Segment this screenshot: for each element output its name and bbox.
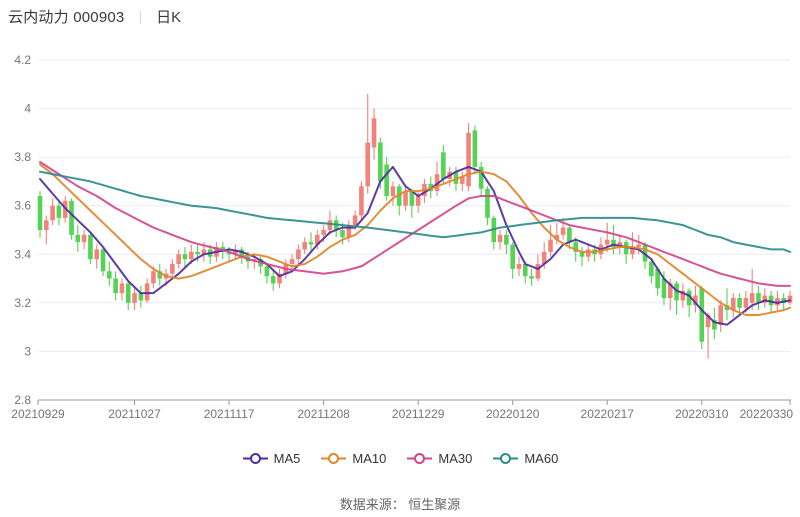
candle-down[interactable] (523, 264, 528, 276)
candle-down[interactable] (57, 206, 62, 218)
candle-down[interactable] (271, 276, 276, 283)
candle-up[interactable] (605, 240, 610, 245)
candle-down[interactable] (309, 242, 314, 244)
candle-down[interactable] (265, 266, 270, 276)
candle-up[interactable] (548, 240, 553, 252)
y-axis-tick-label: 3.2 (14, 296, 31, 310)
candle-down[interactable] (473, 130, 478, 166)
candle-up[interactable] (189, 252, 194, 259)
candle-up[interactable] (359, 186, 364, 215)
candle-up[interactable] (145, 283, 150, 300)
candle-up[interactable] (302, 242, 307, 249)
x-axis-tick-label: 20211208 (297, 407, 350, 421)
candle-up[interactable] (498, 235, 503, 242)
candle-down[interactable] (113, 279, 118, 294)
legend-item-ma5[interactable]: MA5 (242, 451, 301, 466)
ma5-legend-icon (242, 452, 269, 465)
candle-down[interactable] (340, 230, 345, 237)
y-axis-tick-label: 3.8 (14, 150, 31, 164)
candle-down[interactable] (384, 164, 389, 196)
candle-down[interactable] (649, 262, 654, 277)
candle-up[interactable] (416, 196, 421, 206)
candle-down[interactable] (139, 293, 144, 300)
candle-up[interactable] (176, 254, 181, 264)
ma60-legend-icon (492, 452, 519, 465)
candle-down[interactable] (699, 288, 704, 341)
candle-up[interactable] (321, 230, 326, 235)
ma30-legend-icon (406, 452, 433, 465)
x-axis-tick-label: 20220120 (486, 407, 540, 421)
candle-up[interactable] (44, 220, 49, 230)
candle-up[interactable] (82, 235, 87, 242)
candle-up[interactable] (517, 264, 522, 269)
y-axis-tick-label: 4 (24, 102, 31, 116)
candle-down[interactable] (567, 228, 572, 243)
candle-up[interactable] (636, 245, 641, 247)
y-axis-tick-label: 4.2 (14, 53, 31, 67)
candle-up[interactable] (744, 298, 749, 308)
candle-down[interactable] (69, 201, 74, 235)
candle-down[interactable] (107, 271, 112, 278)
candle-down[interactable] (76, 235, 81, 242)
x-axis-tick-label: 20220330 (740, 407, 794, 421)
legend-item-ma60[interactable]: MA60 (492, 451, 558, 466)
candle-up[interactable] (561, 228, 566, 235)
candle-up[interactable] (353, 215, 358, 225)
candle-down[interactable] (378, 143, 383, 182)
stock-chart-page: { "header": { "stock_name": "云内动力", "sto… (0, 0, 800, 517)
legend-label: MA10 (352, 451, 386, 466)
legend: MA5 MA10 MA30 MA60 (0, 451, 800, 466)
candle-down[interactable] (737, 298, 742, 308)
candle-up[interactable] (151, 271, 156, 283)
candle-up[interactable] (586, 249, 591, 256)
legend-item-ma10[interactable]: MA10 (320, 451, 386, 466)
candle-up[interactable] (94, 249, 99, 259)
candle-down[interactable] (504, 235, 509, 245)
candle-up[interactable] (391, 186, 396, 196)
candle-up[interactable] (365, 143, 370, 187)
candle-up[interactable] (50, 206, 55, 221)
candle-up[interactable] (403, 191, 408, 206)
candle-down[interactable] (183, 254, 188, 259)
y-axis-tick-label: 3.6 (14, 199, 31, 213)
ma60-line[interactable] (40, 172, 790, 252)
candle-down[interactable] (88, 235, 93, 259)
y-axis-tick-label: 3 (24, 344, 31, 358)
x-axis-tick-label: 20210929 (11, 407, 65, 421)
candle-up[interactable] (466, 133, 471, 186)
y-axis-tick-label: 3.4 (14, 247, 31, 261)
ma10-legend-icon (320, 452, 347, 465)
candle-up[interactable] (750, 293, 755, 303)
candle-up[interactable] (120, 283, 125, 293)
candle-down[interactable] (195, 252, 200, 254)
legend-label: MA60 (524, 451, 558, 466)
candle-up[interactable] (296, 249, 301, 259)
candle-up[interactable] (290, 259, 295, 264)
candle-up[interactable] (328, 220, 333, 230)
x-axis-tick-label: 20211027 (108, 407, 161, 421)
candle-up[interactable] (536, 264, 541, 279)
candle-down[interactable] (485, 189, 490, 218)
candlestick-chart[interactable]: 4.2 4 3.8 3.6 3.4 3.2 3 2.820210929 20211027 2021… (0, 0, 800, 446)
candle-down[interactable] (126, 283, 131, 302)
candle-up[interactable] (718, 305, 723, 324)
legend-item-ma30[interactable]: MA30 (406, 451, 472, 466)
x-axis-tick-label: 20211229 (392, 407, 445, 421)
candle-down[interactable] (101, 249, 106, 271)
x-axis-tick-label: 20220310 (675, 407, 729, 421)
legend-label: MA30 (438, 451, 472, 466)
legend-label: MA5 (274, 451, 301, 466)
x-axis-tick-label: 20220217 (581, 407, 635, 421)
candle-up[interactable] (132, 293, 137, 303)
candle-up[interactable] (372, 118, 377, 147)
candle-down[interactable] (441, 152, 446, 179)
candle-down[interactable] (38, 196, 43, 230)
candle-up[interactable] (788, 296, 793, 303)
candle-up[interactable] (170, 264, 175, 274)
x-axis-tick-label: 20211117 (204, 407, 255, 421)
data-source-label: 数据来源： 恒生聚源 (0, 494, 800, 513)
candle-down[interactable] (529, 276, 534, 278)
candle-down[interactable] (510, 245, 515, 269)
y-axis-tick-label: 2.8 (14, 393, 31, 407)
